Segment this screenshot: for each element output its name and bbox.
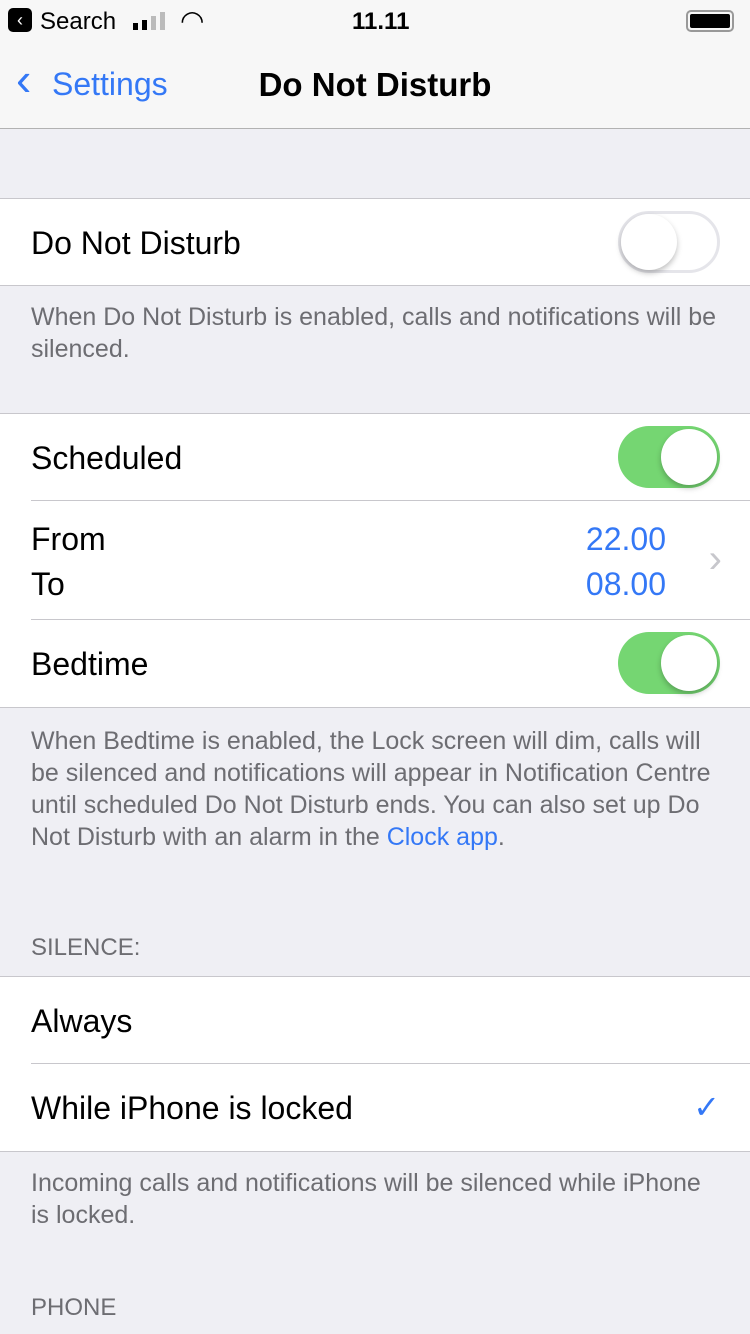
status-bar: ‹ Search ◠ 11.11 [0,0,750,40]
silence-header: SILENCE: [31,934,141,961]
bedtime-footer-text: When Bedtime is enabled, the Lock screen… [31,727,711,851]
back-to-app-icon[interactable]: ‹ [8,8,32,32]
dnd-group: Do Not Disturb [0,198,750,286]
clock: 11.11 [352,8,410,35]
from-label: From [31,521,106,557]
scheduled-row: Scheduled [31,414,750,501]
signal-icon [133,12,169,30]
navigation-bar: ‹ Settings Do Not Disturb [0,40,750,129]
bedtime-footer: When Bedtime is enabled, the Lock screen… [31,725,721,853]
scheduled-toggle[interactable] [618,426,720,488]
dnd-row: Do Not Disturb [31,199,750,285]
page-title: Do Not Disturb [258,66,492,103]
option-label: While iPhone is locked [31,1090,353,1126]
battery-icon [686,10,734,32]
wifi-icon: ◠ [180,5,205,36]
chevron-right-icon: › [708,537,722,581]
clock-app-link[interactable]: Clock app [387,823,498,851]
from-to-row[interactable]: From To 22.00 08.00 › [31,501,750,620]
silence-footer: Incoming calls and notifications will be… [31,1169,701,1229]
dnd-label: Do Not Disturb [31,225,241,261]
footer-period: . [497,823,505,851]
silence-group: Always While iPhone is locked ✓ [0,976,750,1152]
bedtime-row: Bedtime [31,620,750,707]
option-label: Always [31,1003,133,1039]
from-value: 22.00 [585,521,666,557]
scheduled-label: Scheduled [31,440,183,476]
to-label: To [31,566,65,602]
dnd-footer: When Do Not Disturb is enabled, calls an… [31,303,717,363]
to-value: 08.00 [585,566,666,602]
schedule-group: Scheduled From To 22.00 08.00 › Bedtime [0,413,750,708]
silence-option-always[interactable]: Always [31,977,750,1064]
bedtime-label: Bedtime [31,646,149,682]
back-app-label[interactable]: Search [40,8,116,36]
silence-option-locked[interactable]: While iPhone is locked ✓ [31,1064,750,1151]
checkmark-icon: ✓ [693,1089,720,1125]
phone-header: PHONE [31,1294,117,1321]
bedtime-toggle[interactable] [618,632,720,694]
dnd-toggle[interactable] [618,211,720,273]
